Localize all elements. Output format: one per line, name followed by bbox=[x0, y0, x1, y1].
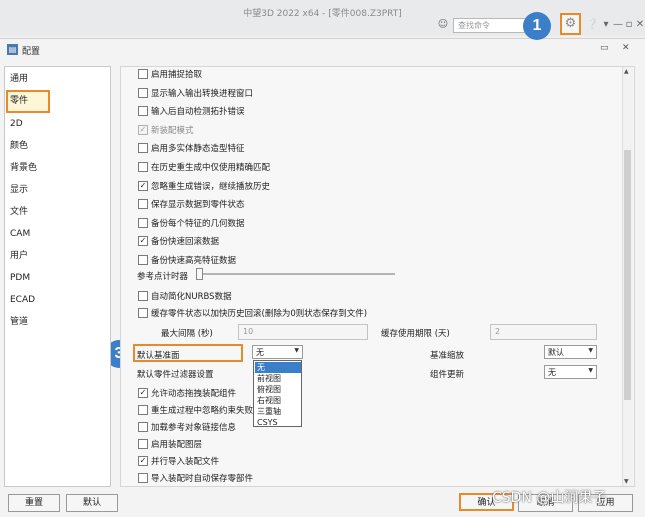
dialog-title: 配置 bbox=[22, 47, 41, 57]
option-label: 保存显示数据到零件状态 bbox=[151, 200, 245, 211]
option-checkbox[interactable] bbox=[138, 87, 148, 98]
ref-timer-slider-track bbox=[197, 273, 395, 275]
max-interval-label: 最大间隔 (秒) bbox=[161, 329, 213, 339]
option-checkbox[interactable] bbox=[138, 405, 148, 415]
plane-option[interactable]: 无 bbox=[255, 362, 301, 373]
default-plane-value: 无 bbox=[256, 348, 264, 357]
option-checkbox[interactable]: ✓ bbox=[138, 456, 148, 466]
chevron-down-icon: ▼ bbox=[588, 367, 593, 374]
option-checkbox[interactable] bbox=[138, 422, 148, 432]
plane-scale-select[interactable]: 默认 ▼ bbox=[544, 345, 597, 359]
option-label: 备份快速高亮特征数据 bbox=[151, 256, 237, 266]
reset-button[interactable]: 重置 bbox=[8, 494, 60, 512]
option-label: 并行导入装配文件 bbox=[151, 457, 220, 467]
nav-item-display[interactable]: 显示 bbox=[6, 180, 106, 200]
gear-icon: ⚙ bbox=[564, 16, 577, 31]
scroll-up-icon[interactable]: ▲ bbox=[624, 68, 629, 75]
option-checkbox[interactable] bbox=[138, 106, 148, 117]
option-label: 启用装配图层 bbox=[151, 440, 203, 450]
default-plane-label: 默认基准面 bbox=[137, 351, 180, 361]
nav-item-pdm[interactable]: PDM bbox=[6, 268, 106, 288]
callout-1: 1 bbox=[523, 12, 551, 40]
option-label: 允许动态拖拽装配组件 bbox=[151, 389, 237, 399]
part-filter-label: 默认零件过滤器设置 bbox=[137, 370, 214, 380]
nav-item-piping[interactable]: 管道 bbox=[6, 312, 106, 332]
option-checkbox[interactable] bbox=[138, 162, 148, 172]
option-label: 在历史重生成中仅使用精确匹配 bbox=[151, 163, 271, 173]
option-label: 备份快速回滚数据 bbox=[151, 237, 220, 248]
scroll-down-icon[interactable]: ▼ bbox=[624, 478, 629, 485]
option-checkbox[interactable] bbox=[138, 69, 148, 79]
option-checkbox[interactable] bbox=[138, 217, 148, 228]
option-label: 忽略重生成错误，继续播放历史 bbox=[151, 181, 271, 192]
dialog-restore-button[interactable]: ▭ bbox=[600, 43, 609, 53]
dialog-close-button[interactable]: ✕ bbox=[622, 43, 630, 53]
plane-option[interactable]: 三重轴 bbox=[255, 406, 301, 417]
option-label: 启用多实体静态造型特征 bbox=[151, 144, 245, 155]
max-interval-field[interactable]: 10 bbox=[238, 324, 368, 340]
nav-item-color[interactable]: 颜色 bbox=[6, 136, 106, 156]
component-update-value: 无 bbox=[548, 368, 556, 377]
option-label: 导入装配时自动保存零部件 bbox=[151, 474, 254, 484]
plane-option[interactable]: 俯视图 bbox=[255, 384, 301, 395]
nav-item-background[interactable]: 背景色 bbox=[6, 158, 106, 178]
nav-item-user[interactable]: 用户 bbox=[6, 246, 106, 266]
option-checkbox[interactable] bbox=[138, 291, 148, 301]
option-label: 备份每个特征的几何数据 bbox=[151, 218, 245, 229]
command-search-input[interactable]: 查找命令 bbox=[453, 18, 533, 33]
option-checkbox[interactable]: ✓ bbox=[138, 236, 148, 247]
option-checkbox[interactable]: ✓ bbox=[138, 180, 148, 191]
default-plane-select[interactable]: 无 ▼ bbox=[252, 345, 303, 359]
scrollbar-thumb[interactable] bbox=[624, 150, 631, 400]
component-update-label: 组件更新 bbox=[430, 370, 465, 380]
settings-gear-button[interactable]: ⚙ bbox=[560, 13, 581, 35]
option-label: 加载参考对象链接信息 bbox=[151, 423, 237, 433]
nav-item-general[interactable]: 通用 bbox=[6, 69, 106, 89]
plane-option[interactable]: 前视图 bbox=[255, 373, 301, 384]
option-checkbox[interactable] bbox=[138, 199, 148, 210]
dialog-icon: ▤ bbox=[7, 44, 18, 55]
option-checkbox[interactable]: ✓ bbox=[138, 388, 148, 398]
component-update-select[interactable]: 无 ▼ bbox=[544, 365, 597, 379]
chevron-down-icon: ▼ bbox=[588, 347, 593, 354]
option-checkbox[interactable] bbox=[138, 439, 148, 449]
help-icon[interactable]: ❔ bbox=[586, 19, 598, 31]
option-label: 自动简化NURBS数据 bbox=[151, 292, 232, 302]
watermark: CSDN @山涧果子 bbox=[492, 490, 607, 506]
option-label: 缓存零件状态以加快历史回滚(删除为0则状态保存到文件) bbox=[151, 309, 368, 319]
option-label: 新装配模式 bbox=[151, 125, 194, 136]
option-checkbox[interactable] bbox=[138, 143, 148, 154]
nav-item-cam[interactable]: CAM bbox=[6, 224, 106, 244]
ref-timer-label: 参考点计时器 bbox=[137, 272, 189, 282]
default-plane-dropdown: 无 前视图 俯视图 右视图 三重轴 CSYS bbox=[253, 360, 302, 427]
option-checkbox[interactable] bbox=[138, 255, 148, 265]
close-button[interactable]: ✕ bbox=[634, 19, 645, 31]
plane-option[interactable]: CSYS bbox=[255, 417, 301, 428]
cache-days-field[interactable]: 2 bbox=[490, 324, 597, 340]
option-label: 重生成过程中忽略约束失败 bbox=[151, 406, 254, 416]
option-checkbox[interactable]: ✓ bbox=[138, 124, 148, 135]
user-icon[interactable]: ☺ bbox=[437, 19, 449, 31]
nav-item-ecad[interactable]: ECAD bbox=[6, 290, 106, 310]
option-checkbox[interactable] bbox=[138, 473, 148, 483]
help-dropdown-icon[interactable]: ▾ bbox=[600, 19, 612, 31]
option-label: 输入后自动检测拓扑错误 bbox=[151, 107, 245, 118]
plane-scale-value: 默认 bbox=[548, 348, 564, 357]
option-checkbox[interactable] bbox=[138, 308, 148, 318]
option-label: 启用捕捉拾取 bbox=[151, 70, 203, 80]
ref-timer-slider[interactable] bbox=[196, 268, 203, 280]
plane-option[interactable]: 右视图 bbox=[255, 395, 301, 406]
cache-days-label: 缓存使用期限 (天) bbox=[381, 329, 450, 339]
nav-item-2d[interactable]: 2D bbox=[6, 114, 106, 134]
chevron-down-icon: ▼ bbox=[294, 347, 299, 354]
nav-item-file[interactable]: 文件 bbox=[6, 202, 106, 222]
plane-scale-label: 基准缩放 bbox=[430, 351, 465, 361]
option-label: 显示输入输出转换进程窗口 bbox=[151, 88, 254, 99]
default-button[interactable]: 默认 bbox=[66, 494, 118, 512]
nav-item-part[interactable]: 零件 bbox=[6, 91, 106, 111]
